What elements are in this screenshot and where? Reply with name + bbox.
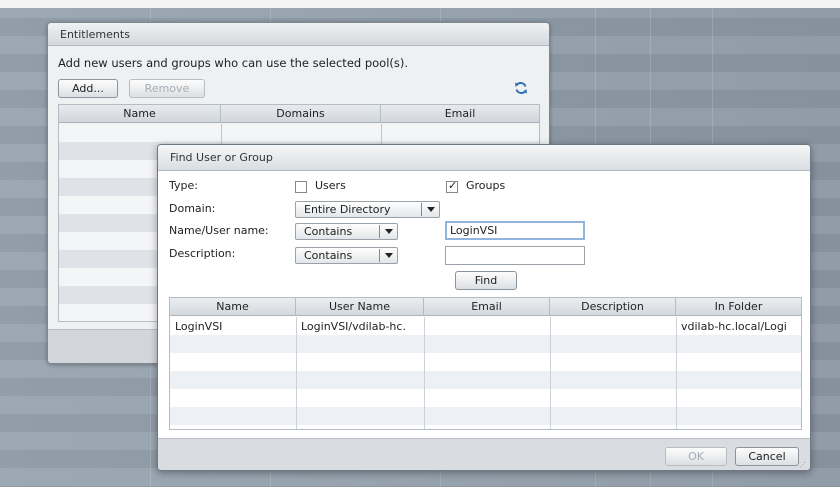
users-label[interactable]: Users [315,179,346,192]
results-table: Name User Name Email Description In Fold… [169,297,802,430]
checkmark-icon: ✓ [448,179,458,192]
chevron-down-icon [385,229,393,234]
entitlements-description: Add new users and groups who can use the… [58,56,409,70]
column-header-name[interactable]: Name [170,298,296,315]
groups-label[interactable]: Groups [466,179,505,192]
result-user-name-cell: LoginVSI/vdilab-hc. [301,320,406,333]
find-dialog-title: Find User or Group [158,145,810,171]
name-input[interactable]: LoginVSI [445,221,585,240]
domain-label: Domain: [169,202,216,215]
find-dialog-footer: OK Cancel ⋰ [158,438,810,470]
find-user-or-group-dialog: Find User or Group Type: Users ✓ Groups … [157,144,811,471]
find-form: Type: Users ✓ Groups Domain: Entire Dire… [158,171,810,438]
domain-select-value: Entire Directory [304,203,391,216]
chevron-down-icon [385,253,393,258]
description-operator-value: Contains [304,249,353,262]
cancel-button[interactable]: Cancel [735,447,799,466]
name-operator-select[interactable]: Contains [295,223,398,240]
column-header-email[interactable]: Email [424,298,550,315]
groups-checkbox[interactable]: ✓ [446,179,458,193]
chevron-down-icon [427,207,435,212]
ok-button[interactable]: OK [665,447,727,466]
background-header [0,0,840,8]
domain-select[interactable]: Entire Directory [295,201,440,218]
column-header-description[interactable]: Description [550,298,676,315]
remove-button[interactable]: Remove [129,79,205,98]
entitlements-table-header: Name Domains Email [59,105,539,123]
column-header-email[interactable]: Email [381,105,539,122]
result-name-cell: LoginVSI [175,320,223,333]
name-operator-value: Contains [304,225,353,238]
add-button[interactable]: Add... [58,79,118,98]
result-in-folder-cell: vdilab-hc.local/Logi [681,320,787,333]
column-header-name[interactable]: Name [59,105,221,122]
description-label: Description: [169,247,236,260]
find-button[interactable]: Find [455,271,517,290]
users-checkbox[interactable] [295,181,307,193]
table-row[interactable]: LoginVSI LoginVSI/vdilab-hc. vdilab-hc.l… [170,317,801,335]
resize-grip-icon[interactable]: ⋰ [799,461,807,469]
results-table-header: Name User Name Email Description In Fold… [170,298,801,316]
column-header-user-name[interactable]: User Name [296,298,424,315]
description-input[interactable] [445,246,585,265]
description-operator-select[interactable]: Contains [295,247,398,264]
name-label: Name/User name: [169,224,269,237]
entitlements-title: Entitlements [48,23,549,46]
results-table-rows: LoginVSI LoginVSI/vdilab-hc. vdilab-hc.l… [170,317,801,429]
column-header-in-folder[interactable]: In Folder [676,298,801,315]
column-header-domains[interactable]: Domains [221,105,381,122]
type-label: Type: [169,179,198,192]
refresh-icon[interactable] [514,81,528,95]
